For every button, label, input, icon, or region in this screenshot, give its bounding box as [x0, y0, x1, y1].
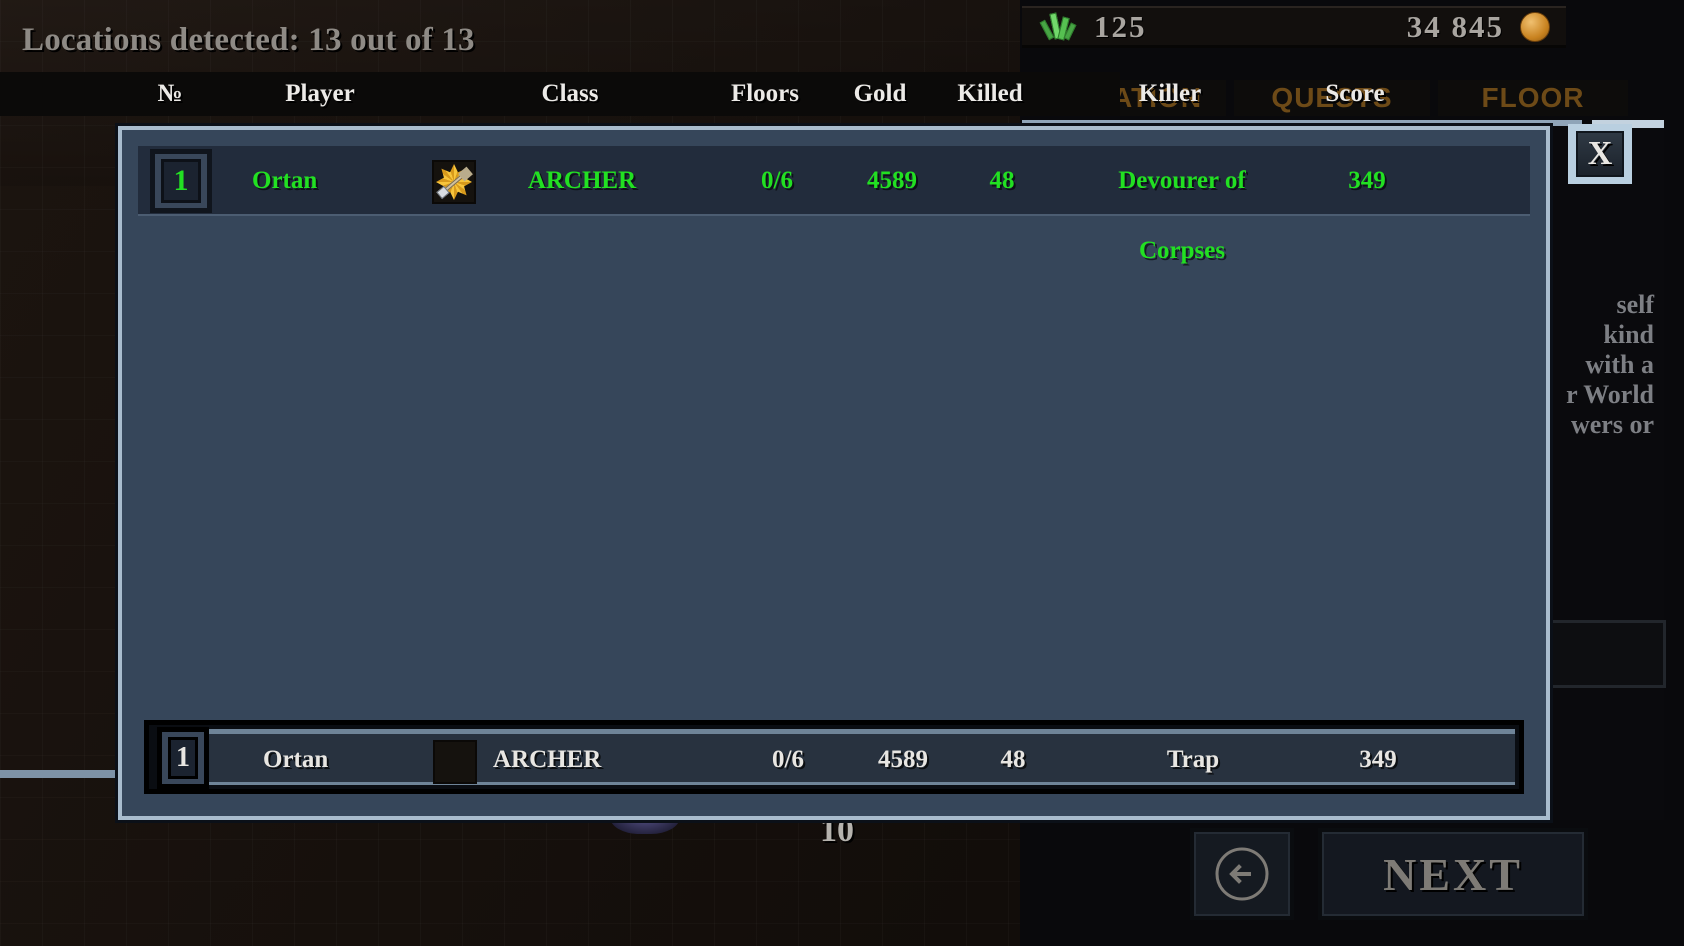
back-button[interactable]	[1190, 828, 1294, 920]
modal-inner: 1 Ortan ARCHER 0/6 4589 48 Devourer of Corpses…	[130, 138, 1538, 808]
rank-number: 1	[173, 164, 189, 197]
tab-floor[interactable]: FLOOR	[1438, 80, 1628, 116]
close-button-inner: X	[1576, 131, 1624, 177]
rank-badge-inner: 1	[161, 159, 201, 203]
killer-value: Devourer of Corpses	[1118, 167, 1246, 264]
summary-class-name: ARCHER	[493, 746, 602, 773]
scoreboard-list: 1 Ortan ARCHER 0/6 4589 48 Devourer of Corpses…	[138, 146, 1530, 706]
column-header-player[interactable]: Player	[240, 72, 400, 116]
floors-value: 0/6	[761, 167, 793, 194]
summary-frame: Ortan ARCHER 0/6 4589 48 Trap 349 1	[144, 720, 1524, 794]
column-header-killer[interactable]: Killer	[1070, 72, 1270, 116]
summary-player-name: Ortan	[263, 746, 329, 773]
next-button-label: NEXT	[1383, 848, 1523, 900]
archer-class-icon	[433, 740, 477, 784]
archer-class-icon	[432, 160, 476, 204]
scoreboard-modal: 1 Ortan ARCHER 0/6 4589 48 Devourer of Corpses…	[118, 126, 1550, 820]
arrow-left-circle-icon	[1215, 847, 1269, 901]
locations-detected-title: Locations detected: 13 out of 13	[22, 22, 475, 58]
crystal-amount: 125	[1094, 8, 1147, 44]
next-button[interactable]: NEXT	[1318, 828, 1588, 920]
gold-coin-icon	[1520, 11, 1550, 42]
summary-score-value: 349	[1359, 746, 1397, 773]
column-header-floors[interactable]: Floors	[700, 72, 830, 116]
rank-badge: 1	[150, 149, 212, 213]
summary-rank-number: 1	[176, 742, 190, 773]
summary-killer-value: Trap	[1166, 746, 1220, 773]
class-name: ARCHER	[527, 167, 637, 194]
resource-bar: 125 34 845	[1022, 6, 1566, 48]
summary-killed-value: 48	[1000, 746, 1026, 773]
summary-rank-badge: 1	[157, 727, 209, 789]
column-header-killed[interactable]: Killed	[930, 72, 1050, 116]
column-header-gold[interactable]: Gold	[820, 72, 940, 116]
column-header-class[interactable]: Class	[500, 72, 640, 116]
player-name: Ortan	[252, 167, 318, 194]
summary-rank-inner: 1	[168, 737, 198, 779]
score-value: 349	[1348, 167, 1386, 194]
column-header-[interactable]: №	[120, 72, 220, 116]
column-header-score[interactable]: Score	[1290, 72, 1420, 116]
summary-row[interactable]: Ortan ARCHER 0/6 4589 48 Trap 349	[191, 729, 1515, 785]
summary-floors-value: 0/6	[772, 746, 804, 773]
gold-value: 4589	[867, 167, 917, 194]
killed-value: 48	[989, 167, 1015, 194]
scoreboard-column-headers: № Player Class Floors Gold Killed Killer Score	[0, 72, 1385, 116]
emerald-crystal-icon	[1039, 11, 1080, 43]
summary-gold-value: 4589	[878, 746, 928, 773]
close-icon: X	[1587, 135, 1613, 172]
gold-amount: 34 845	[1406, 8, 1504, 44]
table-row[interactable]: 1 Ortan ARCHER 0/6 4589 48 Devourer of Corpses…	[138, 146, 1530, 264]
close-button[interactable]: X	[1568, 124, 1632, 184]
